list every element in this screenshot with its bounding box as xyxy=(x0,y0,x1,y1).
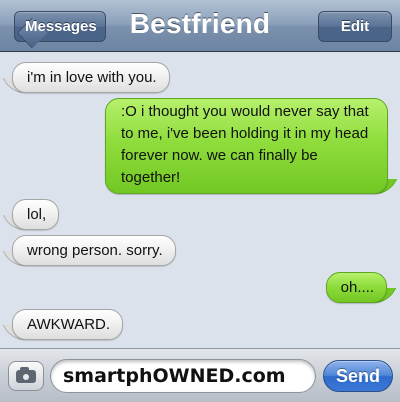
sent-message-bubble[interactable]: :O i thought you would never say that to… xyxy=(105,98,388,194)
received-message-bubble[interactable]: wrong person. sorry. xyxy=(12,235,176,266)
message-input[interactable]: smartphOWNED.com xyxy=(50,359,316,393)
edit-button[interactable]: Edit xyxy=(318,11,392,42)
received-message-bubble[interactable]: AWKWARD. xyxy=(12,309,124,340)
camera-icon-lens xyxy=(21,372,31,382)
message-composer: smartphOWNED.com Send xyxy=(0,348,400,402)
received-message-bubble[interactable]: i'm in love with you. xyxy=(12,62,170,93)
navigation-bar: Messages Bestfriend Edit xyxy=(0,0,400,52)
back-button-label: Messages xyxy=(25,18,97,35)
message-thread[interactable]: i'm in love with you. :O i thought you w… xyxy=(0,53,400,348)
send-button[interactable]: Send xyxy=(323,360,393,392)
camera-button[interactable] xyxy=(8,361,44,391)
sent-message-bubble[interactable]: oh.... xyxy=(325,272,387,303)
received-message-bubble[interactable]: lol, xyxy=(12,199,60,230)
